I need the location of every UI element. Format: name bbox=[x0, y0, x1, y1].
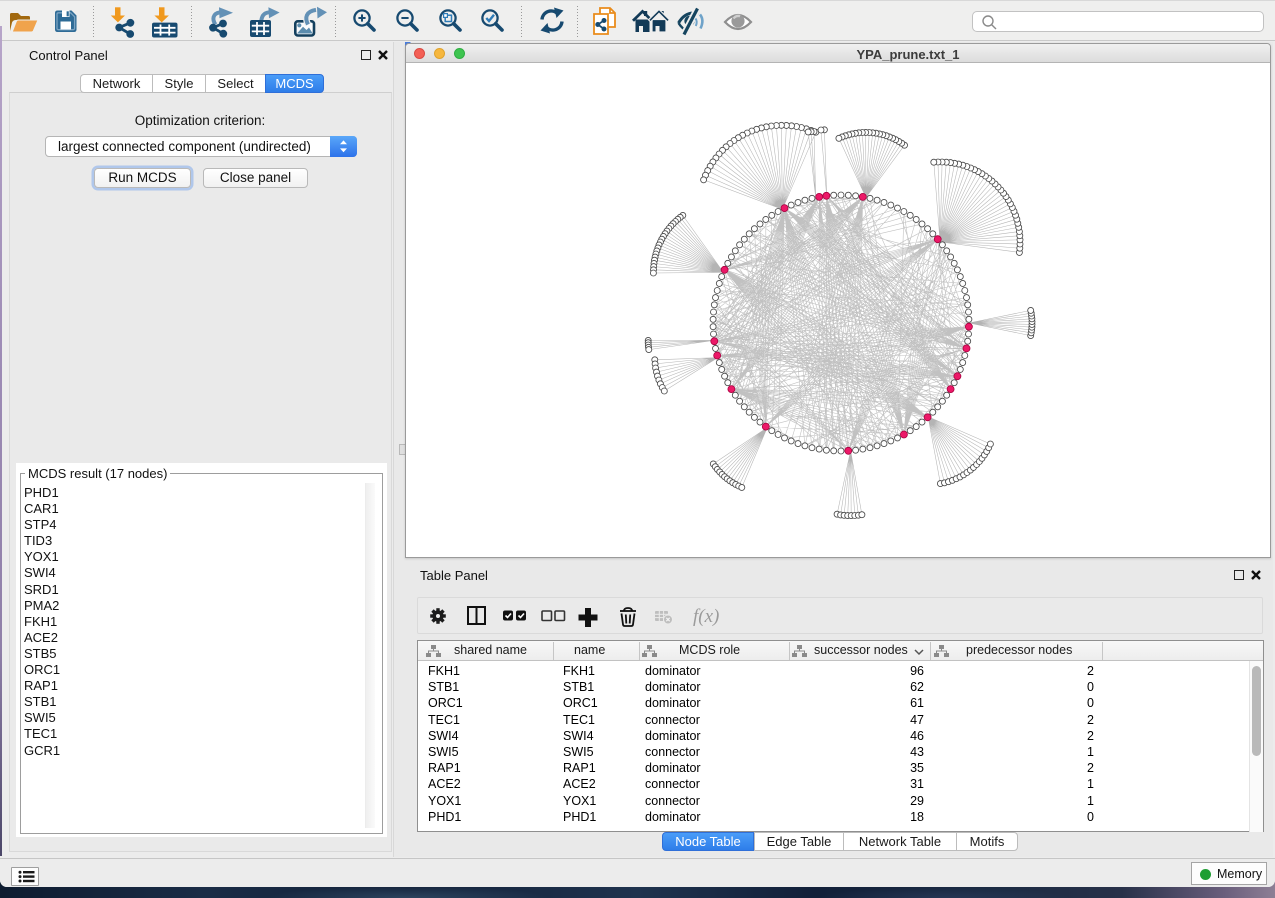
svg-text:f(x): f(x) bbox=[693, 606, 719, 627]
